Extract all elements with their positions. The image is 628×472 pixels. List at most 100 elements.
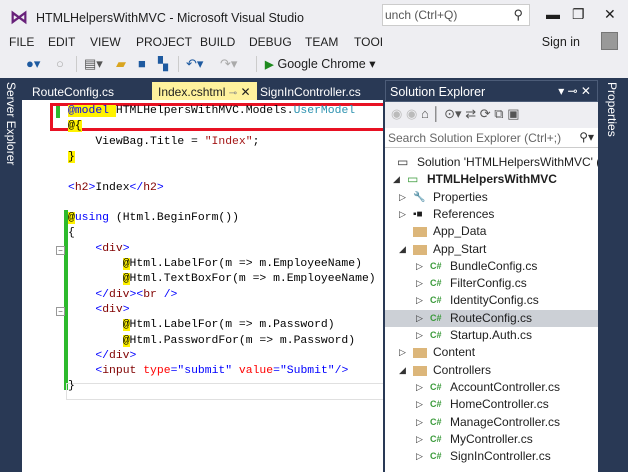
csharp-icon: C#: [430, 295, 442, 306]
tree-item[interactable]: ▷ C# BundleConfig.cs: [385, 258, 598, 275]
save-all-icon[interactable]: ▚: [158, 56, 168, 72]
collapsed-arrow-icon[interactable]: ▷: [399, 189, 406, 206]
code-token: Html.PasswordFor(m => m.Password): [129, 334, 356, 347]
home-icon[interactable]: ⌂: [421, 106, 429, 121]
code-token: >: [129, 349, 137, 362]
open-file-icon[interactable]: ▰: [116, 56, 126, 72]
refresh-icon[interactable]: ⟳: [480, 106, 491, 121]
collapsed-arrow-icon[interactable]: ▷: [416, 292, 423, 309]
code-token: div: [102, 303, 123, 316]
forward-icon[interactable]: ○: [56, 56, 64, 71]
code-token: UserModel: [293, 105, 356, 117]
collapsed-arrow-icon[interactable]: ▷: [416, 396, 423, 413]
close-tab-icon[interactable]: ✕: [240, 85, 250, 99]
collapsed-arrow-icon[interactable]: ▷: [416, 258, 423, 275]
menu-build[interactable]: BUILD: [200, 35, 235, 49]
collapsed-arrow-icon[interactable]: ▷: [399, 344, 406, 361]
tree-item[interactable]: ▷ C# ManageController.cs: [385, 414, 598, 431]
tree-item[interactable]: ◢ ▭ HTMLHelpersWithMVC: [385, 171, 598, 188]
tree-item[interactable]: ▷ ▪■ References: [385, 206, 598, 223]
collapsed-arrow-icon[interactable]: ▷: [416, 448, 423, 465]
menu-edit[interactable]: EDIT: [48, 35, 75, 49]
collapse-all-icon[interactable]: ⧉: [494, 106, 503, 121]
collapsed-arrow-icon[interactable]: ▷: [399, 206, 406, 223]
collapse-toggle-icon[interactable]: −: [56, 246, 65, 255]
forward-icon[interactable]: ◉: [406, 106, 417, 121]
back-icon[interactable]: ◉: [391, 106, 402, 121]
expanded-arrow-icon[interactable]: ◢: [393, 171, 400, 188]
tree-item[interactable]: ▷ C# HomeController.cs: [385, 396, 598, 413]
pin-icon[interactable]: ⊸: [229, 88, 237, 99]
restore-button[interactable]: ❐: [572, 6, 585, 23]
run-button[interactable]: ▶ Google Chrome ▾: [265, 56, 375, 71]
tree-item-label: FilterConfig.cs: [450, 276, 527, 291]
tree-item[interactable]: ▷ C# IdentityConfig.cs: [385, 292, 598, 309]
sign-in-link[interactable]: Sign in: [542, 35, 580, 49]
tree-item[interactable]: ▷ 🔧 Properties: [385, 189, 598, 206]
collapsed-arrow-icon[interactable]: ▷: [416, 379, 423, 396]
collapsed-arrow-icon[interactable]: ▷: [416, 414, 423, 431]
quick-launch-text: unch (Ctrl+Q): [385, 8, 458, 22]
tab-routeconfig[interactable]: RouteConfig.cs: [26, 82, 120, 100]
code-token: Index: [95, 181, 130, 194]
tree-item[interactable]: ◢ App_Start: [385, 241, 598, 258]
csharp-icon: C#: [430, 416, 442, 427]
code-editor[interactable]: − − @model HTMLHelpersWithMVC.Models.Use…: [22, 100, 383, 472]
tree-item[interactable]: ▷ Content: [385, 344, 598, 361]
tree-item-label: SignInController.cs: [450, 449, 551, 464]
code-line: }: [68, 150, 75, 165]
left-tool-strip: Server Explorer: [0, 78, 22, 472]
code-token: [109, 105, 116, 117]
menu-project[interactable]: PROJECT: [136, 35, 192, 49]
code-token: >: [122, 242, 130, 255]
close-button[interactable]: ✕: [604, 6, 616, 23]
collapsed-arrow-icon[interactable]: ▷: [416, 327, 423, 344]
switch-icon[interactable]: ⇄: [465, 106, 476, 121]
tree-item[interactable]: ▷ C# SignInController.cs: [385, 448, 598, 465]
collapsed-arrow-icon[interactable]: ▷: [416, 275, 423, 292]
tree-item[interactable]: ▷ C# RouteConfig.cs: [385, 309, 598, 327]
menu-debug[interactable]: DEBUG: [249, 35, 292, 49]
search-solution-explorer-input[interactable]: Search Solution Explorer (Ctrl+;) ⚲▾: [385, 128, 598, 148]
code-token: }: [68, 150, 75, 163]
save-icon[interactable]: ■: [138, 56, 146, 71]
tree-item[interactable]: ▷ C# AccountController.cs: [385, 379, 598, 396]
tree-item[interactable]: ◢ Controllers: [385, 362, 598, 379]
expanded-arrow-icon[interactable]: ◢: [399, 241, 406, 258]
menu-team[interactable]: TEAM: [305, 35, 338, 49]
redo-icon[interactable]: ↷▾: [220, 56, 237, 72]
show-all-icon[interactable]: ▣: [507, 106, 519, 121]
tree-item[interactable]: ▭ Solution 'HTMLHelpersWithMVC' (1: [385, 154, 598, 171]
tree-item-label: AccountController.cs: [450, 379, 561, 394]
tree-item[interactable]: ▷ C# MyController.cs: [385, 431, 598, 448]
menu-tooi[interactable]: TOOI: [354, 35, 383, 49]
collapsed-arrow-icon[interactable]: ▷: [416, 431, 423, 448]
new-project-icon[interactable]: ▤▾: [84, 56, 103, 72]
tree-item[interactable]: App_Data: [385, 223, 598, 240]
csharp-icon: C#: [430, 381, 442, 392]
tab-index-cshtml[interactable]: Index.cshtml ⊸ ✕: [152, 82, 257, 100]
tab-signincontroller[interactable]: SignInController.cs: [254, 82, 367, 100]
panel-controls[interactable]: ▾ ⊸ ✕: [558, 84, 591, 98]
menu-file[interactable]: FILE: [9, 35, 34, 49]
tree-item[interactable]: ▷ C# FilterConfig.cs: [385, 275, 598, 292]
tree-item[interactable]: ▷ C# Startup.Auth.cs: [385, 327, 598, 344]
quick-launch-input[interactable]: unch (Ctrl+Q) ⚲: [382, 4, 530, 26]
menu-view[interactable]: VIEW: [90, 35, 121, 49]
tree-item-label: App_Data: [433, 224, 487, 239]
code-token: ViewBag.Title =: [68, 135, 205, 148]
server-explorer-tab[interactable]: Server Explorer: [4, 82, 18, 165]
expanded-arrow-icon[interactable]: ◢: [399, 362, 406, 379]
undo-icon[interactable]: ↶▾: [186, 56, 203, 72]
back-icon[interactable]: ●▾: [26, 56, 40, 72]
sync-icon[interactable]: ⊙▾: [444, 106, 461, 121]
panel-title: Solution Explorer: [390, 85, 486, 99]
collapsed-arrow-icon[interactable]: ▷: [416, 310, 423, 327]
avatar[interactable]: [601, 32, 618, 50]
properties-tab[interactable]: Properties: [605, 82, 619, 137]
code-token: @: [68, 212, 75, 225]
minimize-button[interactable]: ▬: [546, 6, 560, 22]
collapse-toggle-icon[interactable]: −: [56, 307, 65, 316]
